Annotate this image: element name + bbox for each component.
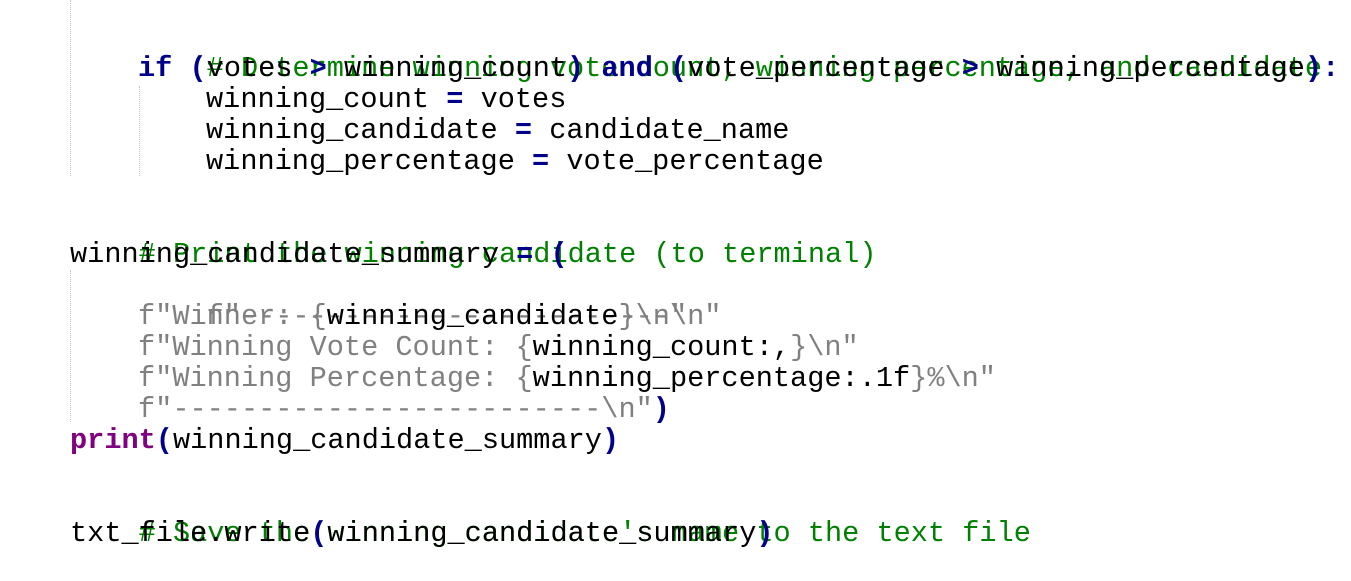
code-string: }\n" — [618, 300, 688, 333]
code-punct: ): — [1304, 52, 1340, 85]
code-line-4: winning_candidate = candidate_name — [206, 115, 789, 146]
code-line-14: # Save the winning candidate's name to t… — [70, 487, 1031, 549]
code-line-6: # Print the winning candidate (to termin… — [70, 208, 877, 270]
code-operator: > — [961, 52, 979, 85]
code-string: }%\n" — [910, 362, 996, 395]
code-line-12: f"-------------------------\n") — [138, 394, 670, 425]
code-punct: ( — [155, 424, 173, 457]
code-line-15: txt_file.write(winning_candidate_summary… — [70, 518, 774, 549]
code-line-2: if (votes > winning_count) and (vote_per… — [138, 53, 1339, 84]
code-identifier: vote_percentage — [549, 145, 824, 178]
code-identifier: winning_candidate_summary — [172, 424, 602, 457]
code-identifier: winning_candidate_summary — [70, 238, 517, 271]
indent-guide — [70, 0, 71, 176]
code-line-8: f"-------------------------\n" — [138, 270, 722, 332]
code-identifier: winning_candidate — [206, 114, 515, 147]
code-identifier: winning_candidate_summary — [327, 517, 757, 550]
code-interpolation: winning_percentage:.1f — [532, 362, 911, 395]
code-punct: ) — [756, 517, 774, 550]
code-string: f"-------------------------\n" — [138, 393, 653, 426]
code-operator: = — [446, 83, 464, 116]
builtin-print: print — [70, 424, 156, 457]
code-interpolation: winning_candidate — [326, 300, 619, 333]
code-line-10: f"Winning Vote Count: {winning_count:,}\… — [138, 332, 859, 363]
code-operator: > — [309, 52, 327, 85]
code-identifier: vote_percentage — [687, 52, 962, 85]
code-punct: ) — [652, 393, 670, 426]
code-identifier: candidate_name — [532, 114, 790, 147]
code-identifier: votes — [463, 83, 567, 116]
keyword-if: if — [138, 52, 173, 85]
code-punct: ( — [172, 52, 207, 85]
code-identifier: winning_percentage — [978, 52, 1305, 85]
code-punct: ) — [601, 424, 620, 457]
code-punct: ) — [567, 52, 585, 85]
code-line-9: f"Winner: {winning_candidate}\n" — [138, 301, 687, 332]
code-identifier: winning_count — [326, 52, 568, 85]
code-string: f"Winning Vote Count: { — [138, 331, 533, 364]
code-punct: ( — [310, 517, 328, 550]
code-line-11: f"Winning Percentage: {winning_percentag… — [138, 363, 996, 394]
code-identifier: winning_count — [206, 83, 447, 116]
code-line-13: print(winning_candidate_summary) — [70, 425, 619, 456]
code-punct: ( — [652, 52, 688, 85]
code-identifier: winning_percentage — [206, 145, 533, 178]
code-string: }\n" — [790, 331, 859, 364]
code-string: f"Winner: { — [138, 300, 327, 333]
code-identifier: txt_file.write — [70, 517, 311, 550]
code-string: f"Winning Percentage: { — [138, 362, 533, 395]
keyword-and: and — [601, 52, 653, 85]
code-line-7: winning_candidate_summary = ( — [70, 239, 568, 270]
code-line-5: winning_percentage = vote_percentage — [206, 146, 824, 177]
code-interpolation: winning_count:, — [532, 331, 791, 364]
code-line-1: # Determine winning vote count, winning … — [138, 22, 1340, 84]
code-line-3: winning_count = votes — [206, 84, 566, 115]
code-operator: = — [516, 238, 534, 271]
code-operator: = — [514, 114, 533, 147]
code-operator: = — [532, 145, 550, 178]
code-editor[interactable]: # Determine winning vote count, winning … — [0, 0, 1351, 562]
code-identifier: votes — [206, 52, 310, 85]
code-punct: ( — [550, 238, 568, 271]
